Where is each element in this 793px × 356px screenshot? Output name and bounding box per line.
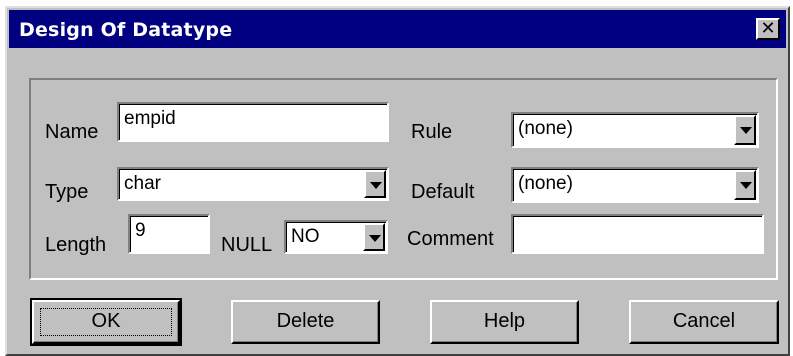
ok-button-label: OK bbox=[91, 310, 121, 332]
close-icon: ✕ bbox=[760, 18, 776, 39]
ok-button[interactable]: OK bbox=[30, 298, 182, 346]
type-select[interactable]: char bbox=[117, 167, 389, 201]
dialog-window: Design Of Datatype ✕ Name empid Type cha… bbox=[5, 6, 790, 356]
rule-label: Rule bbox=[411, 121, 453, 143]
type-dropdown-button[interactable] bbox=[364, 170, 386, 198]
type-select-value: char bbox=[124, 173, 161, 194]
rule-dropdown-button[interactable] bbox=[734, 115, 756, 145]
null-label: NULL bbox=[221, 234, 273, 256]
comment-input[interactable] bbox=[511, 214, 764, 254]
rule-select[interactable]: (none) bbox=[511, 112, 759, 148]
name-input[interactable]: empid bbox=[117, 102, 389, 142]
default-select-value: (none) bbox=[518, 173, 573, 194]
help-button-label: Help bbox=[483, 310, 526, 332]
chevron-down-icon bbox=[740, 127, 752, 134]
default-select[interactable]: (none) bbox=[511, 167, 759, 203]
dialog-title: Design Of Datatype bbox=[19, 19, 233, 41]
length-label: Length bbox=[45, 234, 107, 256]
name-label: Name bbox=[45, 121, 99, 143]
default-label: Default bbox=[411, 181, 475, 203]
length-input[interactable]: 9 bbox=[128, 214, 210, 254]
title-bar[interactable]: Design Of Datatype ✕ bbox=[9, 10, 786, 48]
default-dropdown-button[interactable] bbox=[734, 170, 756, 200]
delete-button[interactable]: Delete bbox=[231, 300, 380, 344]
null-select-value: NO bbox=[291, 226, 320, 247]
null-select[interactable]: NO bbox=[284, 220, 388, 254]
chevron-down-icon bbox=[369, 235, 381, 242]
type-label: Type bbox=[45, 181, 89, 203]
close-button[interactable]: ✕ bbox=[756, 18, 780, 40]
cancel-button[interactable]: Cancel bbox=[629, 300, 779, 344]
null-dropdown-button[interactable] bbox=[363, 223, 385, 251]
rule-select-value: (none) bbox=[518, 118, 573, 139]
delete-button-label: Delete bbox=[276, 310, 335, 332]
chevron-down-icon bbox=[370, 182, 382, 189]
cancel-button-label: Cancel bbox=[672, 310, 736, 332]
comment-label: Comment bbox=[407, 228, 494, 250]
help-button[interactable]: Help bbox=[430, 300, 579, 344]
chevron-down-icon bbox=[740, 182, 752, 189]
